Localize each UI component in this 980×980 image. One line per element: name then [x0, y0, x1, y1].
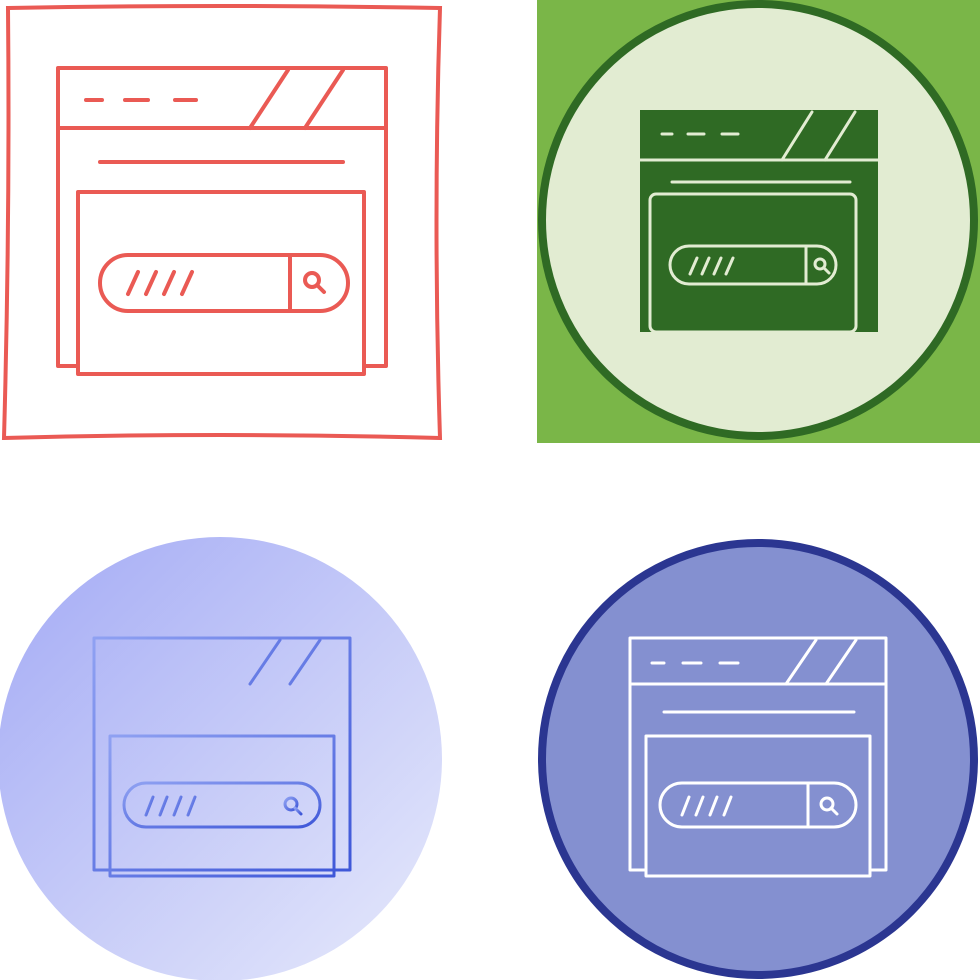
browser-search-icon: [0, 537, 442, 980]
browser-search-icon: [538, 539, 978, 979]
browser-search-icon-glyph: [490, 0, 980, 490]
browser-window-icon: [56, 66, 388, 376]
browser-search-icon: [1, 4, 443, 441]
browser-search-icon: [537, 0, 980, 443]
browser-search-icon-line: [0, 0, 490, 490]
browser-search-icon-gradient: [0, 490, 490, 980]
icon-set: [0, 0, 980, 980]
browser-search-icon-flat: [490, 490, 980, 980]
circle-background: [0, 537, 442, 980]
browser-window-icon: [640, 110, 878, 334]
